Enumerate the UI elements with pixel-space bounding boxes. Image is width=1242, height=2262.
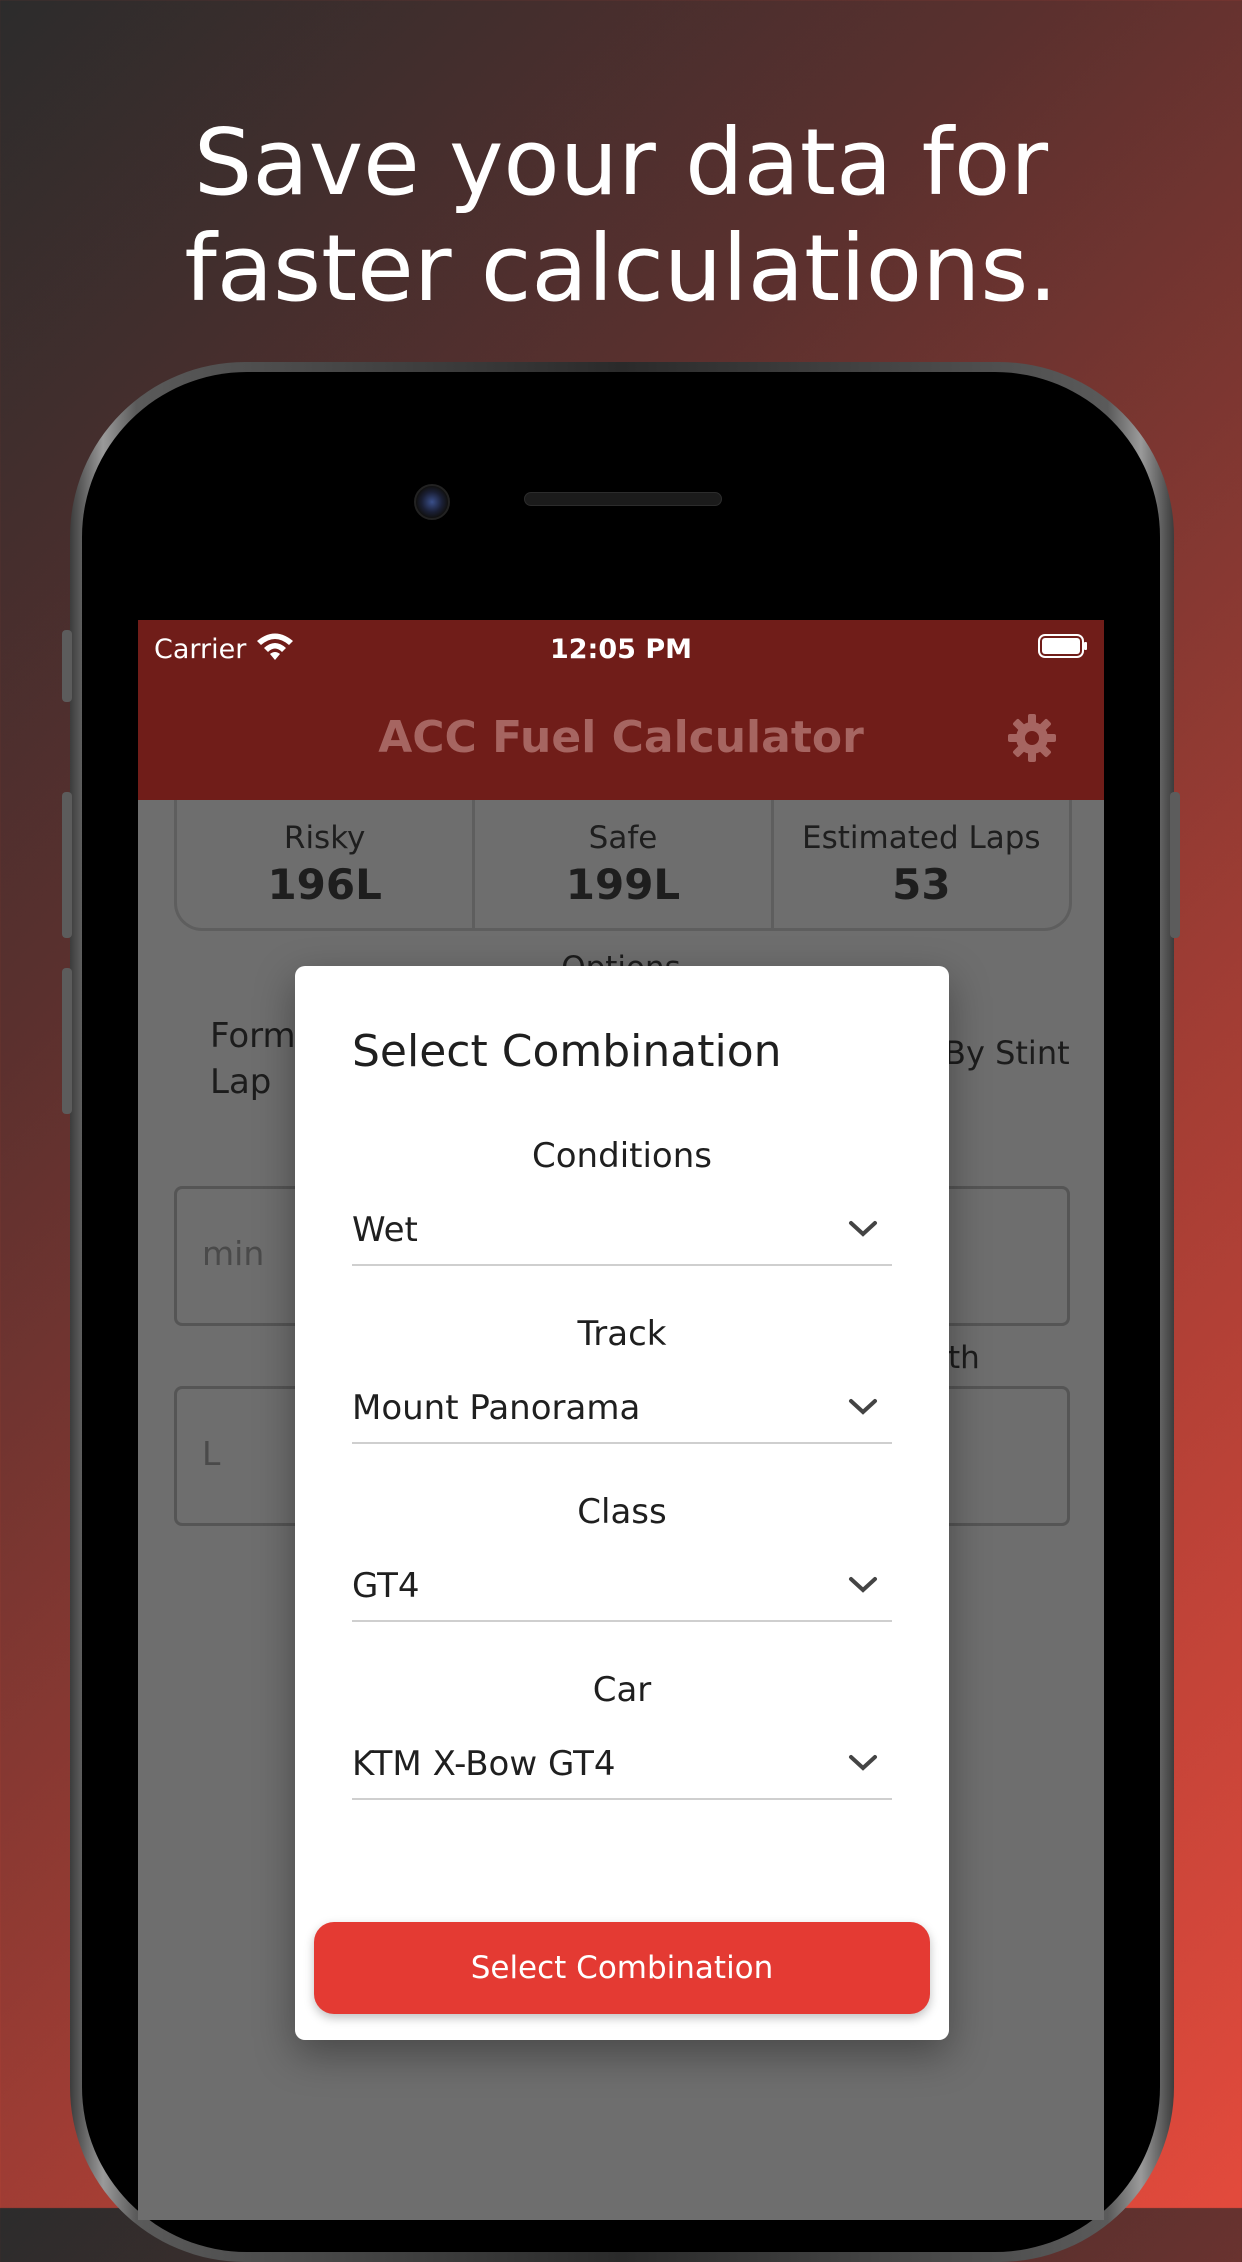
result-value: 196L: [267, 860, 382, 909]
status-bar: Carrier 12:05 PM: [138, 620, 1104, 676]
phone-power-button: [1170, 792, 1180, 938]
promo-headline: Save your data for faster calculations.: [0, 110, 1242, 322]
chevron-down-icon: [849, 1221, 877, 1237]
track-value: Mount Panorama: [352, 1388, 641, 1428]
select-combination-dialog: Select Combination Conditions Wet Track …: [295, 966, 949, 2040]
result-label: Risky: [283, 820, 366, 856]
select-combination-button[interactable]: Select Combination: [314, 1922, 930, 2014]
track-label: Track: [577, 1314, 667, 1354]
by-stint-label: By Stint: [944, 1034, 1070, 1072]
formation-lap-label-1: Form: [210, 1016, 296, 1056]
phone-volume-down: [62, 968, 72, 1114]
front-camera: [414, 484, 450, 520]
clock: 12:05 PM: [549, 634, 692, 665]
phone-volume-up: [62, 792, 72, 938]
class-select[interactable]: GT4: [352, 1556, 892, 1622]
app-screen: Carrier 12:05 PM ACC Fuel Calculator Ris…: [138, 620, 1104, 2220]
chevron-down-icon: [849, 1577, 877, 1593]
earpiece-speaker: [524, 492, 722, 506]
minutes-placeholder: min: [202, 1234, 265, 1273]
result-value: 53: [892, 860, 951, 909]
chevron-down-icon: [849, 1399, 877, 1415]
track-select[interactable]: Mount Panorama: [352, 1378, 892, 1444]
conditions-value: Wet: [352, 1210, 418, 1250]
conditions-label: Conditions: [532, 1136, 712, 1176]
car-value: KTM X-Bow GT4: [352, 1744, 616, 1784]
app-header: ACC Fuel Calculator: [138, 676, 1104, 800]
car-select[interactable]: KTM X-Bow GT4: [352, 1734, 892, 1800]
liters-placeholder: L: [202, 1434, 221, 1473]
result-value: 199L: [565, 860, 681, 909]
dialog-title: Select Combination: [352, 1026, 782, 1077]
app-title: ACC Fuel Calculator: [378, 712, 864, 763]
result-safe: Safe 199L: [475, 800, 774, 928]
results-panel: Risky 196L Safe 199L Estimated Laps 53: [174, 800, 1072, 931]
car-label: Car: [592, 1670, 652, 1710]
class-value: GT4: [352, 1566, 420, 1606]
result-estimated-laps: Estimated Laps 53: [774, 800, 1069, 928]
conditions-select[interactable]: Wet: [352, 1200, 892, 1266]
battery-icon: [1038, 634, 1087, 658]
result-risky: Risky 196L: [177, 800, 476, 928]
phone-mute-switch: [62, 630, 72, 702]
class-label: Class: [577, 1492, 667, 1532]
result-label: Safe: [588, 820, 658, 856]
promo-headline-line2: faster calculations.: [184, 215, 1058, 322]
gear-icon[interactable]: [1006, 712, 1058, 764]
length-label-fragment: th: [948, 1340, 980, 1376]
formation-lap-label-2: Lap: [210, 1062, 272, 1102]
promo-headline-line1: Save your data for: [193, 109, 1049, 216]
result-label: Estimated Laps: [802, 820, 1041, 856]
chevron-down-icon: [849, 1755, 877, 1771]
